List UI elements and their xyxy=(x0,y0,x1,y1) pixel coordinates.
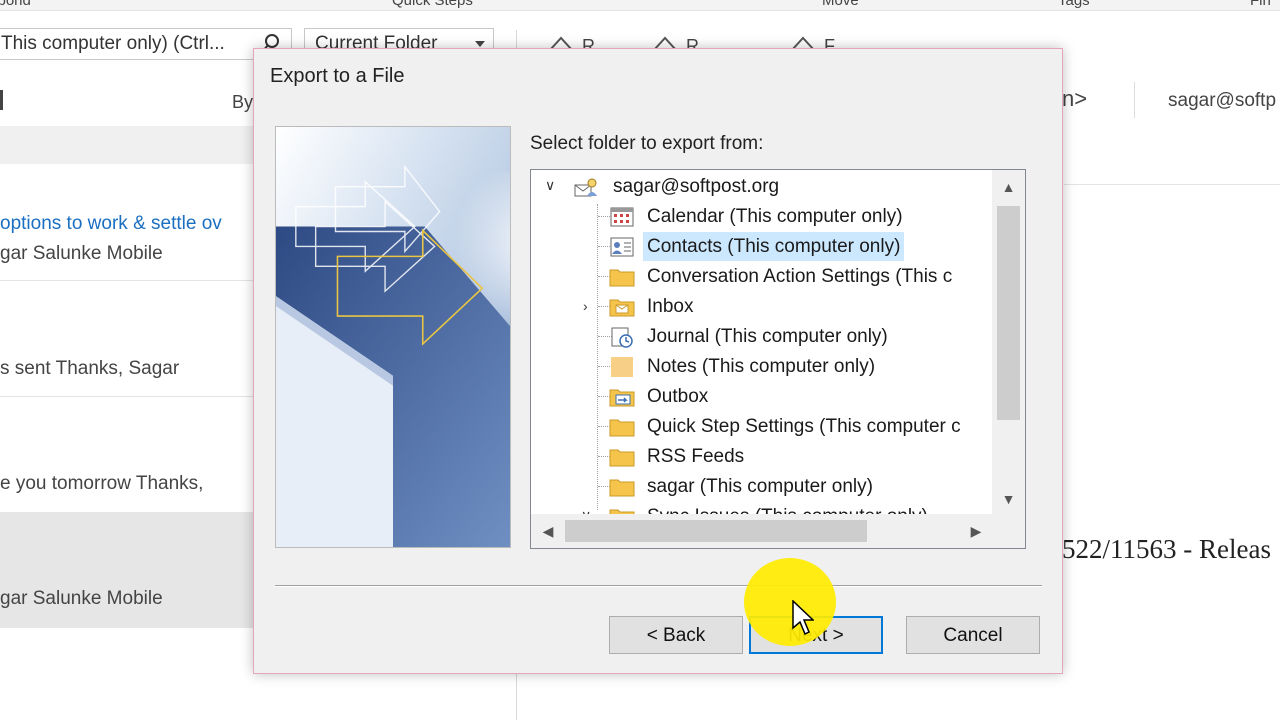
tree-guide-line xyxy=(597,204,598,510)
search-input[interactable]: This computer only) (Ctrl... xyxy=(0,28,292,60)
mail-preview: e you tomorrow Thanks, xyxy=(0,473,204,494)
list-group-header xyxy=(0,126,254,164)
divider xyxy=(0,396,254,397)
divider xyxy=(1134,82,1135,118)
folder-icon xyxy=(609,269,635,287)
tree-item-quick-step-settings[interactable]: Quick Step Settings (This computer c xyxy=(609,412,993,441)
scrollbar-corner xyxy=(992,514,1025,548)
back-button[interactable]: < Back xyxy=(609,616,743,654)
tree-item-label: Inbox xyxy=(647,296,694,317)
message-body-text: 522/11563 - Releas xyxy=(1062,534,1271,564)
tree-item-label: Quick Step Settings (This computer c xyxy=(647,416,961,437)
divider xyxy=(516,30,517,50)
mail-subject[interactable]: options to work & settle ov xyxy=(0,213,222,235)
dialog-title: Export to a File xyxy=(270,65,405,87)
tree-item-journal[interactable]: Journal (This computer only) xyxy=(609,322,989,351)
tree-item-conversation-action-settings[interactable]: Conversation Action Settings (This c xyxy=(609,262,993,291)
tree-item-label: Journal (This computer only) xyxy=(647,326,888,347)
cancel-button[interactable]: Cancel xyxy=(906,616,1040,654)
folder-icon xyxy=(609,509,635,514)
ribbon-group-find: Fin xyxy=(1250,0,1271,9)
tree-item-inbox[interactable]: › Inbox xyxy=(581,292,993,321)
mail-from: gar Salunke Mobile xyxy=(0,243,163,264)
ribbon-group-move: Move xyxy=(822,0,859,9)
chevron-right-icon[interactable]: › xyxy=(583,292,588,321)
scrollbar-thumb[interactable] xyxy=(565,520,867,542)
list-item-selected[interactable] xyxy=(0,512,254,628)
scroll-right-icon[interactable]: ▶ xyxy=(961,514,991,548)
journal-icon xyxy=(611,327,633,348)
scroll-left-icon[interactable]: ◀ xyxy=(533,514,563,548)
tree-item-label: Contacts (This computer only) xyxy=(643,232,905,261)
select-folder-label: Select folder to export from: xyxy=(530,133,764,154)
click-highlight xyxy=(744,558,836,646)
tree-item-label: Sync Issues (This computer only) xyxy=(647,502,928,514)
divider xyxy=(1064,184,1280,185)
inbox-icon xyxy=(609,299,635,317)
recipient-email: sagar@softp xyxy=(1168,90,1277,111)
chevron-down-icon xyxy=(475,41,485,47)
tree-item-sync-issues[interactable]: ∨ Sync Issues (This computer only) xyxy=(581,502,993,514)
mail-preview: s sent Thanks, Sagar xyxy=(0,358,180,379)
calendar-icon xyxy=(610,207,634,227)
tree-item-outbox[interactable]: Outbox xyxy=(609,382,989,411)
ribbon-group-quick-steps: Quick Steps xyxy=(392,0,473,9)
tree-item-notes[interactable]: Notes (This computer only) xyxy=(609,352,989,381)
chevron-down-icon[interactable]: ∨ xyxy=(581,501,591,514)
scroll-up-icon[interactable]: ▲ xyxy=(992,172,1025,202)
account-icon xyxy=(574,178,597,197)
tree-root-account[interactable]: ∨ sagar@softpost.org xyxy=(531,172,991,201)
notes-icon xyxy=(611,357,633,377)
sort-by-label[interactable]: By xyxy=(232,92,253,113)
tree-item-label: Calendar (This computer only) xyxy=(647,206,903,227)
tree-item-label: sagar (This computer only) xyxy=(647,476,873,497)
folder-icon xyxy=(609,449,635,467)
mail-from: gar Salunke Mobile xyxy=(0,588,163,609)
folder-tree[interactable]: ∨ sagar@softpost.org Calendar (This comp… xyxy=(530,169,1026,549)
folder-icon xyxy=(609,419,635,437)
recipient-fragment: n> xyxy=(1062,86,1088,111)
horizontal-scrollbar[interactable]: ◀ ▶ xyxy=(531,514,993,548)
contacts-icon xyxy=(610,237,634,257)
divider xyxy=(0,280,254,281)
tree-item-label: Notes (This computer only) xyxy=(647,356,876,377)
list-header-marker xyxy=(0,90,3,110)
scroll-down-icon[interactable]: ▼ xyxy=(992,484,1025,514)
vertical-scrollbar[interactable]: ▲ ▼ xyxy=(992,170,1025,514)
tree-item-label: Conversation Action Settings (This c xyxy=(647,266,953,287)
export-dialog: Export to a File Select folder to export… xyxy=(253,48,1063,674)
chevron-down-icon[interactable]: ∨ xyxy=(545,171,555,200)
tree-root-label: sagar@softpost.org xyxy=(613,176,780,197)
tree-item-label: RSS Feeds xyxy=(647,446,745,467)
divider xyxy=(275,585,1042,587)
ribbon-group-tags: Tags xyxy=(1058,0,1090,9)
tree-item-sagar[interactable]: sagar (This computer only) xyxy=(609,472,989,501)
outbox-icon xyxy=(609,389,635,407)
scrollbar-thumb[interactable] xyxy=(997,206,1020,420)
tree-item-contacts[interactable]: Contacts (This computer only) xyxy=(609,232,989,261)
mouse-pointer-icon xyxy=(792,600,814,636)
ribbon-group-respond: spond xyxy=(0,0,31,9)
tree-item-calendar[interactable]: Calendar (This computer only) xyxy=(609,202,989,231)
folder-icon xyxy=(609,479,635,497)
tree-item-rss-feeds[interactable]: RSS Feeds xyxy=(609,442,989,471)
tree-item-label: Outbox xyxy=(647,386,709,407)
wizard-banner-image xyxy=(275,126,511,548)
ribbon-group-labels: spond Quick Steps Move Tags Fin xyxy=(0,0,1280,11)
